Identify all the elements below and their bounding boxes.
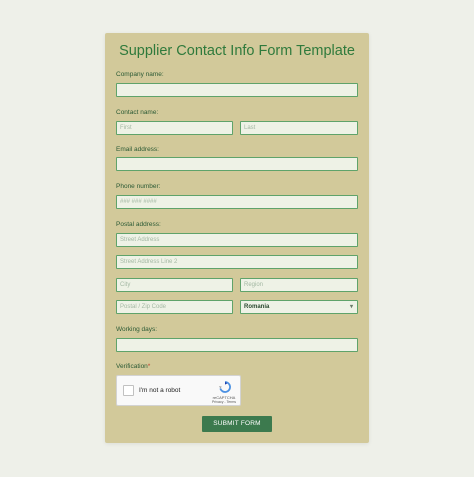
postal-address-label: Postal address: [116,221,161,228]
recaptcha-links[interactable]: Privacy - Terms [211,400,237,404]
street-address-line2-input[interactable]: Street Address Line 2 [116,255,358,269]
form-title: Supplier Contact Info Form Template [119,43,355,59]
region-input[interactable]: Region [240,278,358,292]
country-select-value: Romania [244,304,270,310]
email-label: Email address: [116,146,159,153]
recaptcha-text: I'm not a robot [139,387,181,394]
street-address-input[interactable]: Street Address [116,233,358,247]
recaptcha-logo-icon [219,381,231,393]
contact-name-label: Contact name: [116,109,159,116]
email-input[interactable] [116,157,358,171]
working-days-label: Working days: [116,326,158,333]
recaptcha-widget: I'm not a robot reCAPTCHA Privacy - Term… [116,375,241,406]
company-name-input[interactable] [116,83,358,97]
verification-label: Verification* [116,363,150,370]
chevron-down-icon: ▾ [349,304,353,310]
zip-code-input[interactable]: Postal / Zip Code [116,300,233,314]
last-name-input[interactable]: Last [240,121,358,135]
recaptcha-checkbox[interactable] [123,385,134,396]
verification-label-text: Verification [116,363,148,370]
working-days-input[interactable] [116,338,358,352]
first-name-input[interactable]: First [116,121,233,135]
phone-label: Phone number: [116,183,161,190]
country-select[interactable]: Romania ▾ [240,300,358,314]
company-name-label: Company name: [116,71,164,78]
city-input[interactable]: City [116,278,233,292]
phone-input[interactable]: ### ### #### [116,195,358,209]
form-card: Supplier Contact Info Form Template Comp… [105,33,369,443]
submit-button[interactable]: SUBMIT FORM [202,416,272,432]
required-mark: * [147,363,151,370]
